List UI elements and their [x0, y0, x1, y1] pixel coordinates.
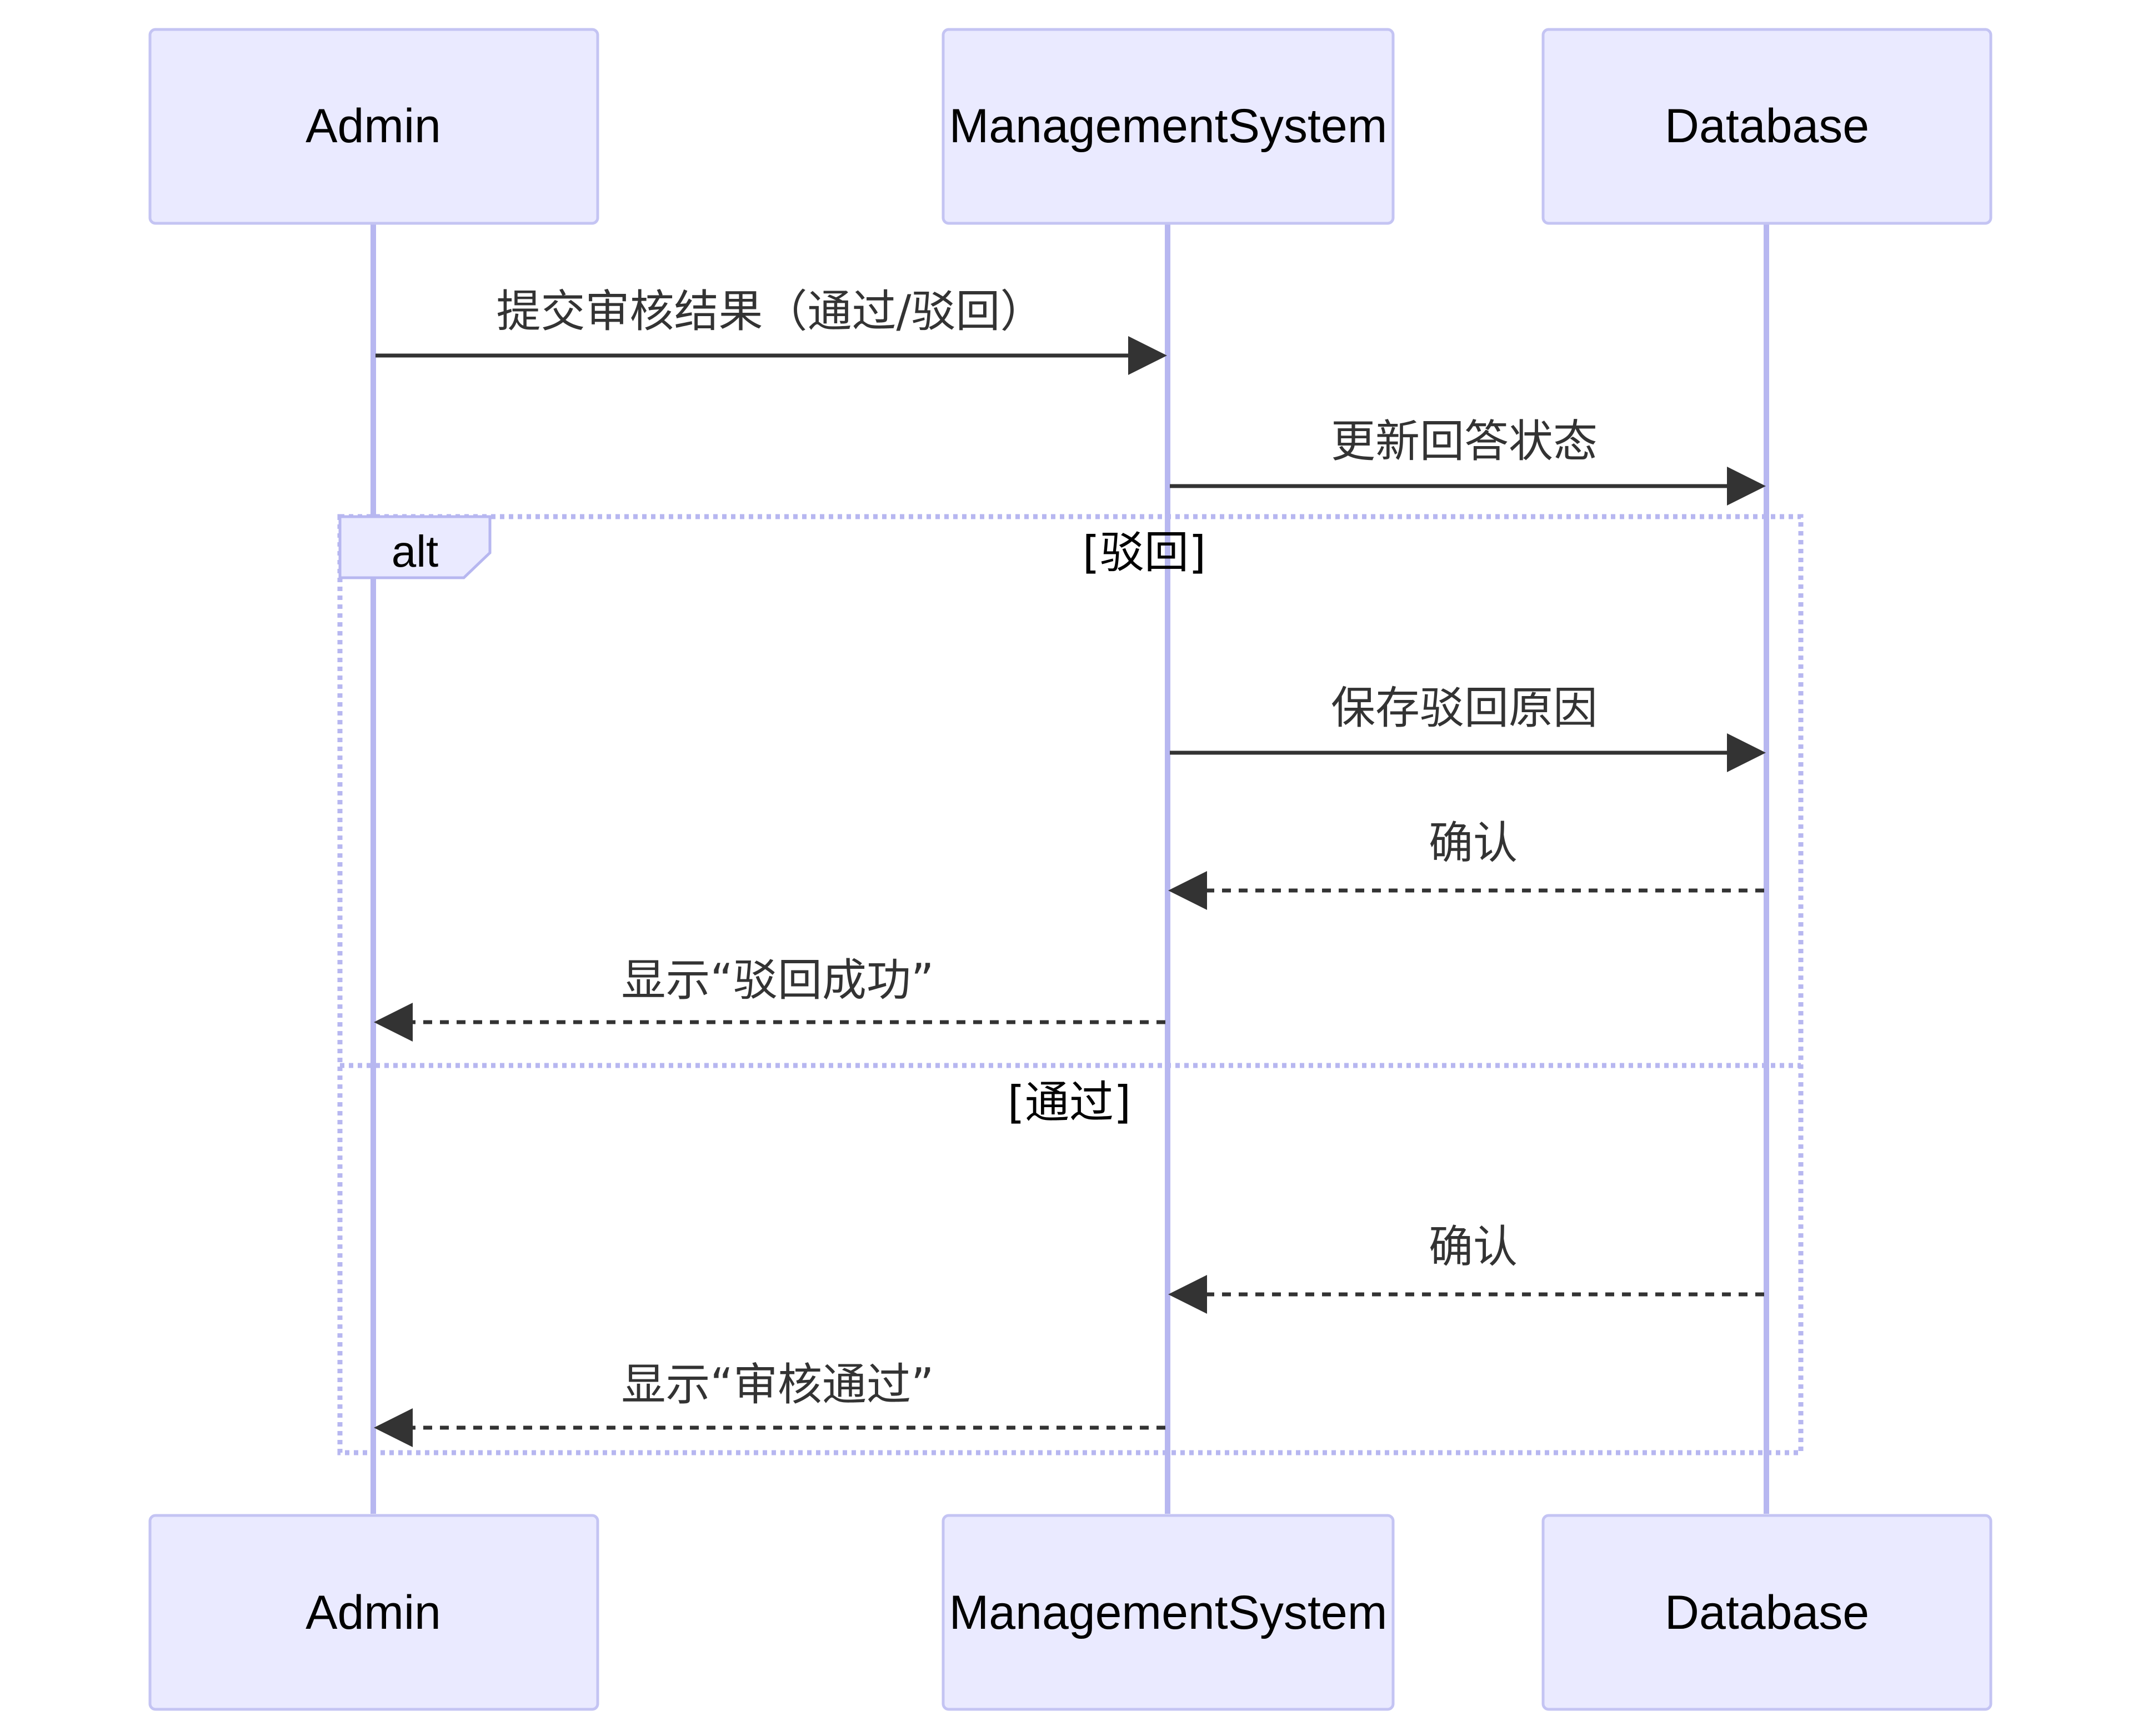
actor-management-system-bottom: ManagementSystem — [942, 1514, 1395, 1711]
actor-admin-bottom: Admin — [148, 1514, 599, 1711]
actor-database-top: Database — [1541, 28, 1992, 225]
message-save-reject-reason: 保存驳回原因 — [1170, 682, 1766, 772]
alt-condition-approve: [通过] — [1008, 1077, 1131, 1128]
message-show-reject-success: 显示“驳回成功” — [374, 954, 1165, 1042]
message-confirm-approve: 确认 — [1168, 1221, 1764, 1314]
actor-label: Admin — [306, 1586, 441, 1639]
message-label: 保存驳回原因 — [1331, 682, 1598, 734]
message-update-status: 更新回答状态 — [1170, 416, 1766, 506]
alt-condition-reject: [驳回] — [1083, 527, 1206, 578]
message-label: 更新回答状态 — [1331, 416, 1598, 467]
alt-frame: alt [驳回] [通过] — [337, 514, 1804, 1455]
message-show-approve: 显示“审核通过” — [374, 1359, 1165, 1447]
message-label: 提交审核结果（通过/驳回） — [497, 286, 1045, 337]
message-label: 显示“审核通过” — [622, 1359, 934, 1410]
actor-admin-top: Admin — [148, 28, 599, 225]
message-label: 确认 — [1429, 1221, 1518, 1273]
alt-frame-label: alt — [392, 527, 439, 576]
actor-label: ManagementSystem — [949, 1586, 1388, 1639]
message-submit-review: 提交审核结果（通过/驳回） — [375, 286, 1167, 375]
actor-label: ManagementSystem — [949, 99, 1388, 153]
actor-label: Database — [1665, 1586, 1869, 1639]
sequence-diagram: Admin ManagementSystem Database alt [驳回]… — [148, 28, 1992, 1711]
message-label: 显示“驳回成功” — [622, 954, 934, 1006]
actor-database-bottom: Database — [1541, 1514, 1992, 1711]
message-label: 确认 — [1429, 817, 1518, 869]
actor-label: Admin — [306, 99, 441, 153]
actor-management-system-top: ManagementSystem — [942, 28, 1395, 225]
actor-label: Database — [1665, 99, 1869, 153]
message-confirm-reject: 确认 — [1168, 817, 1764, 910]
